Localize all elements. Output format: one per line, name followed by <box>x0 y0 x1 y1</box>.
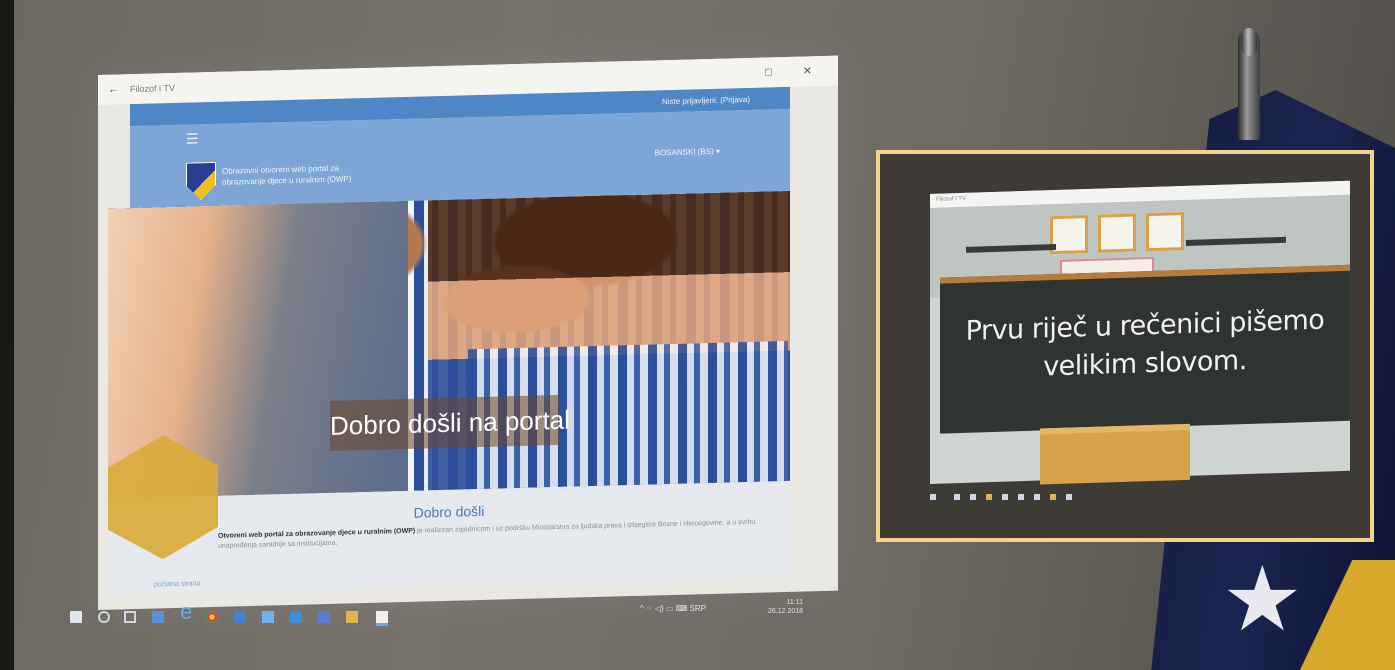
windows-start-icon <box>930 494 936 500</box>
menu-icon[interactable]: ☰ <box>186 130 199 147</box>
window-controls[interactable]: □ ✕ <box>765 64 826 79</box>
logo-text: Obrazovni otvoreni web portal za obrazov… <box>222 163 352 187</box>
window-title: Filozof i TV <box>130 82 175 95</box>
teacher-desk <box>1040 423 1190 485</box>
video-app-icon[interactable] <box>376 611 388 626</box>
intro-bold: Otvoreni web portal za obrazovanje djece… <box>218 527 416 540</box>
windows-start-icon[interactable] <box>70 611 82 623</box>
app-icon <box>954 494 960 500</box>
chalkboard-text: Prvu riječ u rečenici pišemo velikim slo… <box>940 301 1350 390</box>
app-icon[interactable] <box>318 611 330 623</box>
inset-photo: Filozof i TV Prvu riječ u rečenici pišem… <box>876 150 1374 542</box>
system-tray[interactable]: ^ ⁘ ◁) ▭ ⌨ SRP <box>640 604 706 613</box>
taskbar-clock[interactable]: 11:11 26.12.2018 <box>768 598 803 616</box>
wall-picture-frame <box>1098 213 1136 253</box>
login-link[interactable]: Niste prijavljeni. (Prijava) <box>662 95 750 106</box>
folder-icon[interactable] <box>346 611 358 623</box>
inset-projected-screen: Filozof i TV Prvu riječ u rečenici pišem… <box>930 180 1350 485</box>
inset-window-title: Filozof i TV <box>936 195 966 203</box>
app-icon <box>1018 494 1024 500</box>
chrome-icon <box>986 494 992 500</box>
app-icon[interactable] <box>262 611 274 623</box>
hero-image: Dobro došli na portal <box>108 190 790 499</box>
bih-shield-logo[interactable] <box>186 162 216 201</box>
flag-star-icon: ★ <box>1222 550 1303 650</box>
app-icon[interactable] <box>290 611 302 623</box>
folder-icon <box>1050 494 1056 500</box>
wall-lamp <box>966 244 1056 253</box>
app-icon <box>970 494 976 500</box>
chrome-icon[interactable] <box>206 611 218 623</box>
clock-time: 11:11 <box>786 599 804 606</box>
app-icon <box>1002 494 1008 500</box>
task-view-icon[interactable] <box>124 611 136 623</box>
chalkboard: Prvu riječ u rečenici pišemo velikim slo… <box>940 264 1350 434</box>
store-icon[interactable] <box>152 611 164 623</box>
app-icon <box>1034 494 1040 500</box>
inset-taskbar <box>930 492 1230 504</box>
edge-icon[interactable]: e <box>180 599 192 624</box>
wall-lamp <box>1186 236 1286 246</box>
back-arrow-icon[interactable]: ← <box>108 83 119 95</box>
wall-edge-shadow <box>0 0 14 670</box>
video-app-icon <box>1066 494 1072 500</box>
flag-pole-knob <box>1241 28 1257 56</box>
hero-banner: Dobro došli na portal <box>330 394 570 451</box>
projected-screen: ← Filozof i TV □ ✕ Niste prijavljeni. (P… <box>98 55 838 610</box>
wall-picture-frame <box>1146 212 1184 252</box>
clock-date: 26.12.2018 <box>768 608 804 615</box>
language-selector[interactable]: BOSANSKI (BS) ▾ <box>655 147 720 158</box>
app-icon[interactable] <box>234 611 246 623</box>
search-icon[interactable] <box>98 611 110 623</box>
home-link[interactable]: početna strana <box>154 580 200 588</box>
